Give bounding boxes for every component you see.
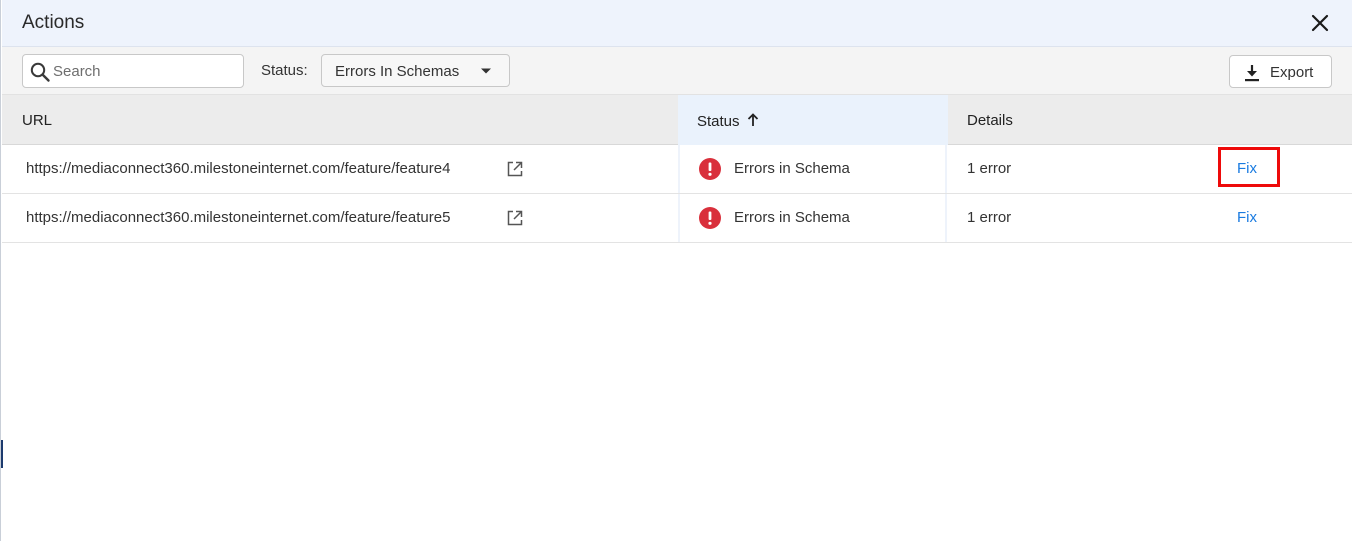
error-icon <box>699 207 721 229</box>
column-header-status[interactable]: Status <box>678 95 948 145</box>
column-header-details-label: Details <box>967 112 1013 129</box>
status-cell: Errors in Schema <box>734 160 850 177</box>
search-icon <box>30 62 50 82</box>
table-row: https://mediaconnect360.milestoneinterne… <box>2 194 1352 243</box>
details-cell: 1 error <box>967 160 1012 177</box>
export-label: Export <box>1270 64 1314 81</box>
url-cell: https://mediaconnect360.milestoneinterne… <box>26 160 451 177</box>
table-header: URL Status Details <box>2 95 1352 145</box>
arrow-up-icon <box>747 113 759 126</box>
actions-dialog: Actions Status: Errors In Schemas <box>0 0 1352 541</box>
column-divider <box>678 145 680 193</box>
toolbar: Status: Errors In Schemas Export <box>2 47 1352 95</box>
column-divider <box>678 194 680 242</box>
error-icon <box>699 158 721 180</box>
dialog-title: Actions <box>22 12 85 33</box>
external-link-icon[interactable] <box>506 160 524 178</box>
external-link-icon[interactable] <box>506 209 524 227</box>
column-header-url[interactable]: URL <box>2 95 678 145</box>
dialog-header: Actions <box>2 0 1352 47</box>
background-page-edge <box>1 440 3 468</box>
fix-link[interactable]: Fix <box>1237 209 1257 226</box>
status-cell: Errors in Schema <box>734 209 850 226</box>
close-icon <box>1311 14 1329 32</box>
url-cell: https://mediaconnect360.milestoneinterne… <box>26 209 451 226</box>
table-row: https://mediaconnect360.milestoneinterne… <box>2 145 1352 194</box>
download-icon <box>1245 65 1259 82</box>
column-header-url-label: URL <box>22 112 53 129</box>
column-divider <box>945 145 947 193</box>
column-divider <box>945 194 947 242</box>
close-button[interactable] <box>1308 11 1332 35</box>
status-filter-label: Status: <box>261 62 308 79</box>
details-cell: 1 error <box>967 209 1012 226</box>
status-filter-value: Errors In Schemas <box>335 63 460 80</box>
column-header-details[interactable]: Details <box>948 95 1352 145</box>
column-header-status-label: Status <box>697 113 740 130</box>
export-button[interactable]: Export <box>1229 55 1332 88</box>
search-input[interactable] <box>53 59 239 83</box>
caret-down-icon <box>481 68 491 74</box>
highlight-box <box>1218 147 1280 187</box>
status-filter-dropdown[interactable]: Errors In Schemas <box>321 54 510 87</box>
search-box[interactable] <box>22 54 244 88</box>
